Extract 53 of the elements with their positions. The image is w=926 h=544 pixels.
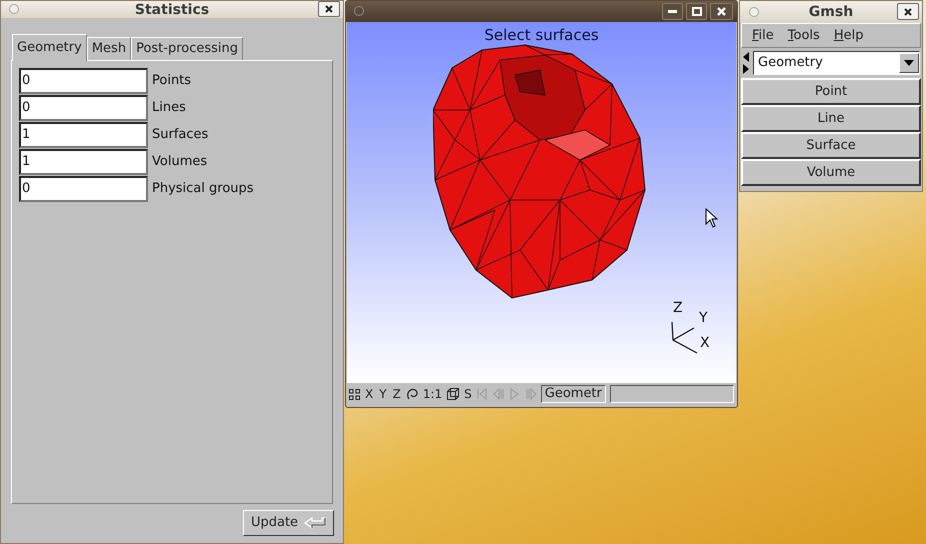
menu-item[interactable]: File bbox=[752, 26, 774, 46]
return-arrow-icon bbox=[304, 517, 326, 529]
window-title: Gmsh bbox=[808, 5, 854, 19]
tool-button[interactable]: Point bbox=[741, 78, 921, 105]
scale-button[interactable]: 1:1 bbox=[422, 385, 444, 403]
view-button[interactable]: Z bbox=[392, 385, 402, 403]
window-title: Statistics bbox=[134, 2, 210, 16]
field-label: Physical groups bbox=[152, 180, 254, 198]
input-field[interactable]: 0 bbox=[19, 68, 148, 94]
left-right-arrows-icon[interactable] bbox=[742, 51, 750, 75]
window-menu-icon[interactable] bbox=[354, 6, 364, 16]
input-field[interactable]: 0 bbox=[19, 176, 148, 202]
cube-icon[interactable] bbox=[447, 388, 460, 400]
input-field[interactable]: 0 bbox=[19, 95, 148, 121]
minimize-button[interactable] bbox=[662, 3, 683, 20]
input-field[interactable]: 1 bbox=[19, 122, 148, 148]
grid-icon[interactable] bbox=[349, 388, 360, 400]
s-button[interactable]: S bbox=[463, 385, 473, 403]
rotate-icon[interactable] bbox=[406, 388, 418, 400]
minimize-icon bbox=[668, 10, 677, 13]
module-field: Geometr bbox=[540, 385, 606, 403]
tab[interactable]: Geometry bbox=[12, 34, 87, 61]
axis-label: Z bbox=[673, 301, 683, 315]
maximize-icon bbox=[692, 7, 702, 16]
close-button[interactable] bbox=[897, 3, 919, 20]
view-button[interactable]: X bbox=[364, 385, 374, 403]
close-button[interactable] bbox=[318, 1, 340, 17]
axis-label: Y bbox=[699, 311, 708, 325]
status-message: Select surfaces bbox=[483, 26, 600, 44]
tab[interactable]: Mesh bbox=[86, 37, 132, 60]
mouse-pointer-icon bbox=[705, 208, 718, 228]
field-label: Points bbox=[152, 72, 192, 90]
view-button[interactable]: Y bbox=[378, 385, 388, 403]
axes-icon bbox=[671, 321, 698, 354]
tool-button[interactable]: Volume bbox=[741, 159, 921, 186]
module-dropdown[interactable]: Geometry bbox=[753, 51, 920, 75]
close-icon bbox=[904, 8, 912, 16]
graphics-canvas[interactable]: Select surfaces Z Y X bbox=[347, 22, 736, 383]
menu-item[interactable]: Help bbox=[834, 26, 864, 46]
menu-item[interactable]: Tools bbox=[788, 26, 820, 46]
field-label: Volumes bbox=[152, 153, 208, 172]
close-icon bbox=[717, 7, 726, 16]
field-label: Surfaces bbox=[152, 126, 208, 144]
update-button[interactable]: Update bbox=[243, 510, 334, 536]
tool-button[interactable]: Line bbox=[741, 105, 921, 132]
close-icon bbox=[325, 5, 333, 13]
field-label: Lines bbox=[152, 99, 186, 118]
axis-label: X bbox=[700, 336, 710, 350]
input-field[interactable]: 1 bbox=[19, 149, 148, 175]
maximize-button[interactable] bbox=[686, 3, 707, 20]
close-button[interactable] bbox=[710, 3, 733, 20]
tool-button[interactable]: Surface bbox=[741, 132, 921, 159]
tab[interactable]: Post-processing bbox=[131, 37, 244, 60]
